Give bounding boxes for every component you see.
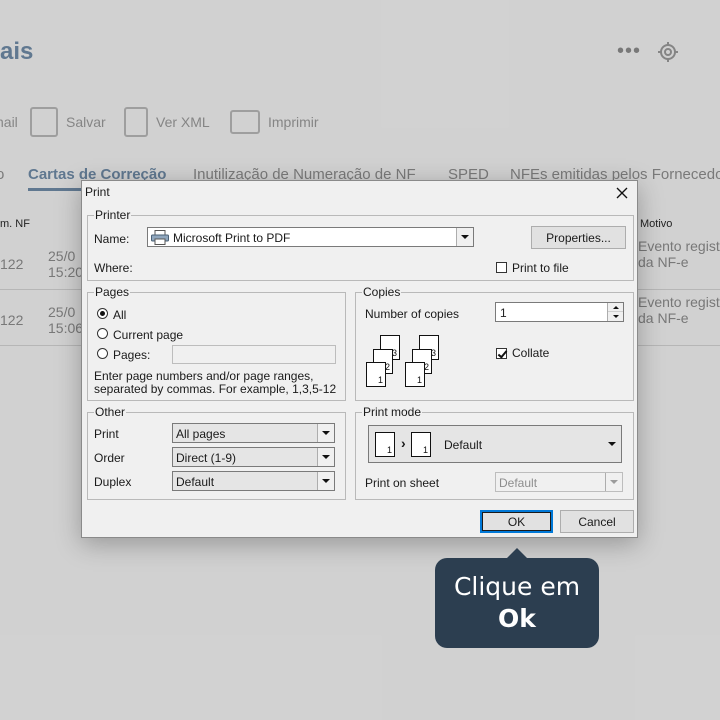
- pages-current-radio[interactable]: [97, 328, 108, 339]
- other-duplex-label: Duplex: [94, 475, 132, 489]
- other-group: Other Print All pages Order Direct (1-9)…: [87, 405, 346, 500]
- print-to-file-label: Print to file: [512, 261, 569, 275]
- chevron-down-icon: [605, 473, 622, 491]
- pages-range-label: Pages:: [113, 348, 151, 362]
- printer-name-select[interactable]: Microsoft Print to PDF: [147, 227, 474, 247]
- print-on-sheet-label: Print on sheet: [365, 476, 440, 490]
- print-dialog: Print Printer Name: Microsoft Print to P…: [81, 180, 638, 538]
- properties-button[interactable]: Properties...: [531, 226, 626, 249]
- close-icon: [616, 187, 628, 199]
- print-on-sheet-select: Default: [495, 472, 623, 492]
- copies-number-label: Number of copies: [365, 307, 460, 321]
- stepper-down-icon[interactable]: [608, 312, 623, 321]
- print-to-file-checkbox[interactable]: [496, 262, 507, 273]
- chevron-down-icon: [604, 426, 621, 462]
- chevron-down-icon: [317, 424, 334, 442]
- print-mode-group: Print mode 1 › 1 Default Print on sheet …: [355, 405, 634, 500]
- pages-all-radio[interactable]: [97, 308, 108, 319]
- pages-current-label: Current page: [113, 328, 184, 342]
- stepper-up-icon[interactable]: [608, 303, 623, 312]
- printer-where-label: Where:: [94, 261, 133, 275]
- collate-checkbox[interactable]: [496, 348, 507, 359]
- chevron-down-icon: [456, 228, 473, 246]
- dialog-title: Print: [85, 185, 110, 199]
- other-order-select[interactable]: Direct (1-9): [172, 447, 335, 467]
- copies-group: Copies Number of copies 1 3 2 1 3 2 1 Co…: [355, 285, 634, 401]
- other-print-select[interactable]: All pages: [172, 423, 335, 443]
- chevron-down-icon: [317, 448, 334, 466]
- other-duplex-select[interactable]: Default: [172, 471, 335, 491]
- pages-help-text: separated by commas. For example, 1,3,5-…: [94, 382, 337, 396]
- printer-icon: [151, 230, 169, 245]
- copies-number-stepper[interactable]: 1: [495, 302, 624, 322]
- printer-name-label: Name:: [94, 232, 130, 246]
- printer-group: Printer Name: Microsoft Print to PDF Pro…: [87, 208, 634, 281]
- close-button[interactable]: [607, 181, 637, 205]
- other-order-label: Order: [94, 451, 125, 465]
- pages-help-text: Enter page numbers and/or page ranges,: [94, 369, 314, 383]
- instruction-callout: Clique em Ok: [435, 548, 599, 648]
- collate-label: Collate: [512, 346, 550, 360]
- print-mode-select[interactable]: 1 › 1 Default: [368, 425, 622, 463]
- pages-all-label: All: [113, 308, 127, 322]
- pages-group: Pages All Current page Pages: Enter page…: [87, 285, 346, 401]
- ok-button[interactable]: OK: [480, 510, 553, 533]
- other-print-label: Print: [94, 427, 119, 441]
- chevron-down-icon: [317, 472, 334, 490]
- cancel-button[interactable]: Cancel: [560, 510, 634, 533]
- pages-range-input[interactable]: [172, 345, 336, 364]
- pages-range-radio[interactable]: [97, 348, 108, 359]
